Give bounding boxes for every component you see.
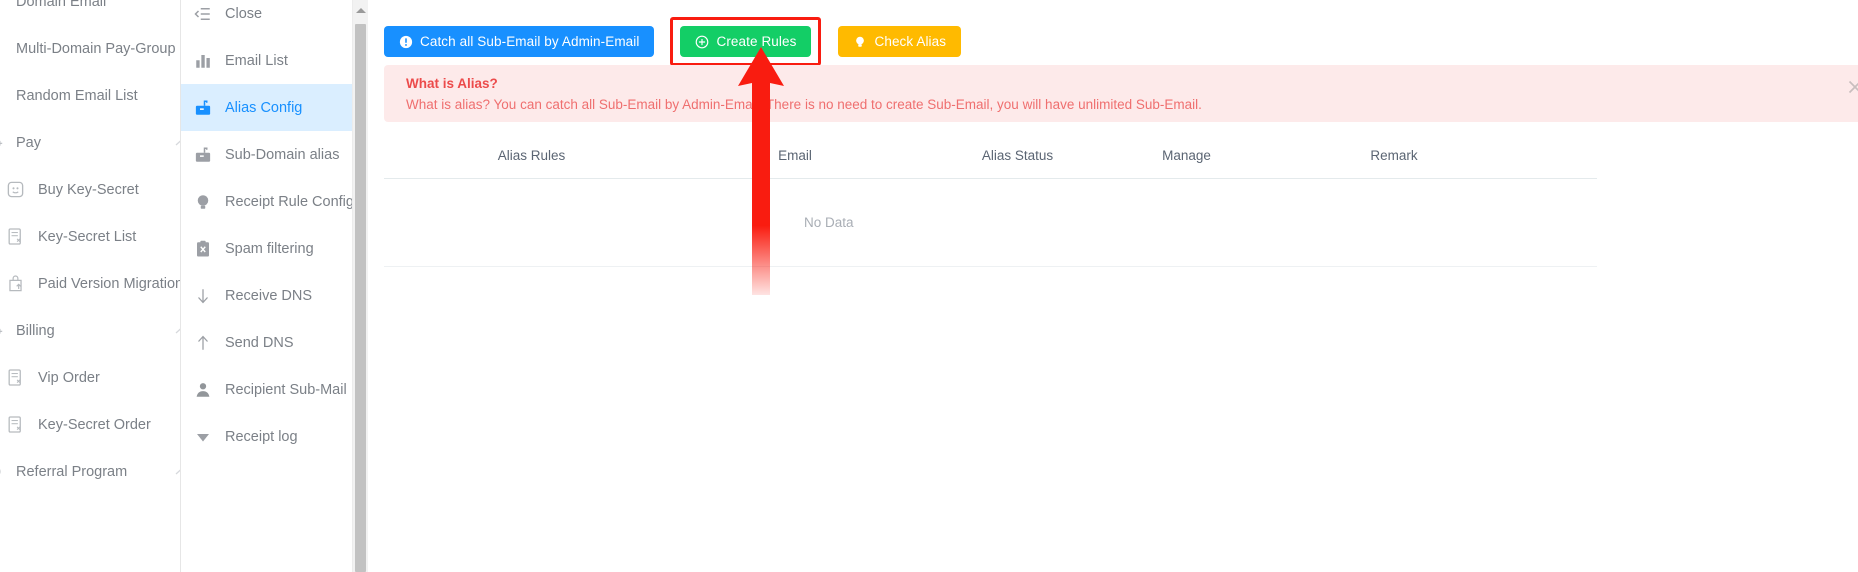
sidebar-item-label: Email List <box>225 52 288 69</box>
app-root: Domain Email Multi-Domain Pay-Group Rand… <box>0 0 1858 572</box>
sidebar-item-label: Multi-Domain Pay-Group <box>16 40 176 57</box>
domain-email-icon <box>0 86 3 105</box>
sidebar-item-close[interactable]: Close <box>181 0 352 37</box>
column-header-alias-status: Alias Status <box>981 148 1054 163</box>
sidebar-group-pay[interactable]: Pay <box>0 119 180 166</box>
secondary-sidebar: Close Email List Alias Config Sub-Domain… <box>181 0 352 572</box>
sidebar-item-receive-dns[interactable]: Receive DNS <box>181 272 352 319</box>
referral-icon <box>0 469 1 474</box>
domain-email-icon <box>0 39 3 58</box>
create-rules-label: Create Rules <box>716 34 797 49</box>
sidebar-item-label: Paid Version Migration <box>38 275 181 292</box>
mailbox-icon <box>195 147 211 162</box>
sidebar-item-receipt-rule-config[interactable]: Receipt Rule Config <box>181 178 352 225</box>
sidebar-item-label: Key-Secret Order <box>38 416 151 433</box>
scrollbar-thumb[interactable] <box>355 24 366 572</box>
column-header-email: Email <box>778 148 812 163</box>
sidebar-item-label: Alias Config <box>225 99 303 116</box>
column-header-manage: Manage <box>1162 148 1211 163</box>
bulb-icon <box>856 36 865 47</box>
sidebar-item-label: Referral Program <box>16 463 128 480</box>
plus-circle-icon <box>696 35 709 48</box>
sidebar-item-label: Pay <box>16 134 41 151</box>
secondary-sidebar-list: Close Email List Alias Config Sub-Domain… <box>181 0 352 460</box>
page-scrollbar[interactable] <box>352 0 368 572</box>
main-content: Catch all Sub-Email by Admin-Email Creat… <box>368 0 1858 572</box>
upgrade-bag-icon <box>9 275 22 292</box>
mailbox-icon <box>195 100 211 115</box>
caret-down-icon <box>197 433 209 441</box>
document-list-icon <box>8 369 21 386</box>
sidebar-item-label: Spam filtering <box>225 240 314 257</box>
sidebar-item-receipt-log[interactable]: Receipt log <box>181 413 352 460</box>
alert-title: What is Alias? <box>406 76 498 91</box>
bar-chart-icon <box>196 54 210 68</box>
sidebar-item-recipient-sub-mail[interactable]: Recipient Sub-Mail <box>181 366 352 413</box>
alias-info-alert: What is Alias? What is alias? You can ca… <box>384 65 1858 122</box>
create-rules-highlight-box: Create Rules <box>670 17 822 66</box>
sidebar-group-billing[interactable]: Billing <box>0 307 180 354</box>
close-icon[interactable] <box>1848 80 1858 94</box>
sidebar-item-alias-config[interactable]: Alias Config <box>181 84 352 131</box>
document-list-icon <box>8 416 21 433</box>
user-icon <box>196 382 210 397</box>
sidebar-item-label: Billing <box>16 322 55 339</box>
sidebar-item-vip-order[interactable]: Vip Order <box>0 354 180 401</box>
sidebar-item-key-secret-list[interactable]: Key-Secret List <box>0 213 180 260</box>
sidebar-item-spam-filtering[interactable]: Spam filtering <box>181 225 352 272</box>
sidebar-item-label: Recipient Sub-Mail <box>225 381 347 398</box>
sidebar-item-label: Sub-Domain alias <box>225 146 340 163</box>
check-alias-label: Check Alias <box>874 34 947 49</box>
sidebar-item-multi-domain-pay-group[interactable]: Multi-Domain Pay-Group <box>0 25 180 72</box>
column-header-remark: Remark <box>1370 148 1418 163</box>
alert-description: What is alias? You can catch all Sub-Ema… <box>406 97 1202 112</box>
scroll-up-arrow-icon[interactable] <box>355 8 366 13</box>
catch-all-sub-email-label: Catch all Sub-Email by Admin-Email <box>420 34 640 49</box>
sidebar-item-domain-email[interactable]: Domain Email <box>0 0 180 25</box>
buy-key-secret-icon <box>7 181 24 198</box>
sidebar-item-label: Receive DNS <box>225 287 313 304</box>
sidebar-group-referral-program[interactable]: Referral Program <box>0 448 180 495</box>
sidebar-item-label: Close <box>225 5 263 22</box>
check-alias-button[interactable]: Check Alias <box>838 26 962 57</box>
sidebar-item-send-dns[interactable]: Send DNS <box>181 319 352 366</box>
table-header-row: Alias Rules Email Alias Status Manage Re… <box>384 133 1597 179</box>
chevron-up-icon <box>170 138 180 147</box>
sidebar-item-label: Receipt Rule Config <box>225 193 352 210</box>
sidebar-item-email-list[interactable]: Email List <box>181 37 352 84</box>
arrow-up-icon <box>198 335 208 350</box>
sidebar-item-paid-version-migration[interactable]: Paid Version Migration <box>0 260 181 307</box>
info-circle-icon <box>399 35 413 48</box>
sidebar-item-label: Vip Order <box>38 369 100 386</box>
sidebar-item-buy-key-secret[interactable]: Buy Key-Secret <box>0 166 180 213</box>
column-header-alias-rules: Alias Rules <box>497 148 566 163</box>
sidebar-item-sub-domain-alias[interactable]: Sub-Domain alias <box>181 131 352 178</box>
collapse-menu-icon <box>194 7 210 20</box>
pay-icon <box>0 328 3 334</box>
arrow-down-icon <box>198 288 208 303</box>
action-toolbar: Catch all Sub-Email by Admin-Email Creat… <box>384 17 962 66</box>
sidebar-item-label: Receipt log <box>225 428 298 445</box>
sidebar-item-key-secret-order[interactable]: Key-Secret Order <box>0 401 180 448</box>
table-empty-state: No Data <box>384 179 1597 267</box>
alias-rules-table: Alias Rules Email Alias Status Manage Re… <box>384 133 1597 267</box>
sidebar-item-random-email-list[interactable]: Random Email List <box>0 72 180 119</box>
chevron-up-icon <box>170 467 180 476</box>
sidebar-item-label: Domain Email <box>16 0 107 10</box>
chevron-up-icon <box>170 326 180 335</box>
bulb-icon <box>197 194 209 209</box>
catch-all-sub-email-button[interactable]: Catch all Sub-Email by Admin-Email <box>384 26 655 57</box>
sidebar-item-label: Buy Key-Secret <box>38 181 139 198</box>
spam-clipboard-icon <box>197 240 209 256</box>
sidebar-item-label: Key-Secret List <box>38 228 137 245</box>
sidebar-item-label: Random Email List <box>16 87 138 104</box>
primary-sidebar: Domain Email Multi-Domain Pay-Group Rand… <box>0 0 181 572</box>
sidebar-item-label: Send DNS <box>225 334 294 351</box>
pay-icon <box>0 140 3 146</box>
create-rules-button[interactable]: Create Rules <box>680 26 812 57</box>
primary-sidebar-list: Domain Email Multi-Domain Pay-Group Rand… <box>0 0 181 495</box>
domain-email-icon <box>0 0 3 11</box>
document-list-icon <box>8 228 21 245</box>
